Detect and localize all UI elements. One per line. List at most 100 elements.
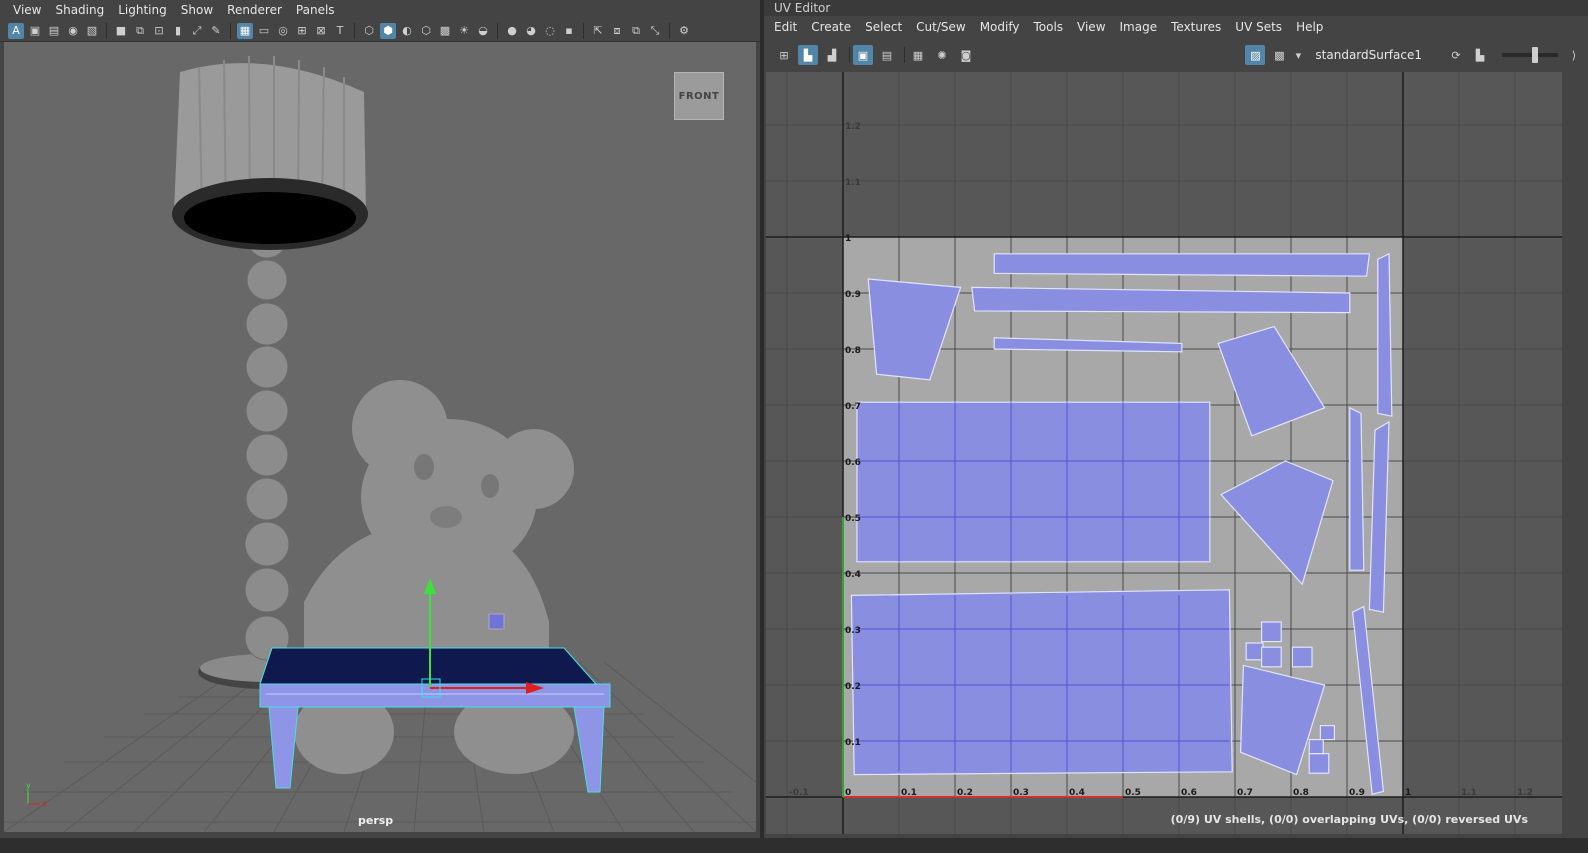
v-tick-label: 0.8	[845, 346, 861, 356]
v-tick-label: 0.2	[845, 682, 861, 692]
uv-editor-toolbar: ⊞ ▙ ▟ ▣ ▤ ▦ ✺ ◙ ▨ ▩ ▾ standardSurface1 ⟳…	[764, 42, 1588, 68]
field-chart-icon[interactable]: ▮	[170, 23, 186, 39]
toolbar-divider	[583, 22, 584, 39]
uv-menu-create[interactable]: Create	[804, 17, 858, 37]
image-plane-icon[interactable]: ◉	[65, 23, 81, 39]
v-tick-label: 0.7	[845, 402, 861, 412]
image-dim-slider[interactable]	[1502, 47, 1558, 63]
uv-menu-modify[interactable]: Modify	[973, 17, 1027, 37]
textured-cube-icon[interactable]: ⬡	[418, 23, 434, 39]
image-display-icon[interactable]: ▨	[1245, 45, 1266, 65]
select-camera-icon[interactable]: A	[8, 22, 24, 39]
shaded-uv-icon[interactable]: ▣	[853, 45, 873, 65]
motion-blur-icon[interactable]: ◕	[523, 23, 539, 39]
viewport-3d-scene[interactable]: y x FRONT persp	[4, 42, 756, 832]
collapse-icon[interactable]: ⟩	[1564, 45, 1584, 65]
isolate-select-icon[interactable]: ⇱	[590, 23, 606, 39]
viewport-menubar: View Shading Lighting Show Renderer Pane…	[0, 0, 760, 20]
v-tick-label: 0.6	[845, 458, 861, 468]
toolbar-divider	[904, 47, 905, 63]
checker-icon[interactable]: ▩	[437, 23, 453, 39]
resolution-gate-icon[interactable]: ⧉	[132, 23, 148, 39]
uv-toolkit-icon[interactable]: ⊞	[774, 45, 794, 65]
display-image-icon[interactable]: ▙	[798, 45, 818, 65]
u-tick-label: 1.2	[1517, 788, 1533, 798]
refresh-texture-icon[interactable]: ⟳	[1446, 45, 1466, 65]
distortion-icon[interactable]: ▤	[877, 45, 897, 65]
lamp-pole	[244, 217, 290, 661]
lights-icon[interactable]: ◎	[275, 23, 291, 39]
toolbar-divider	[354, 22, 355, 39]
uv-menu-cut-sew[interactable]: Cut/Sew	[909, 17, 973, 37]
uv-menu-image[interactable]: Image	[1113, 17, 1165, 37]
filter-image-icon[interactable]: ▟	[822, 45, 842, 65]
uv-menu-view[interactable]: View	[1070, 17, 1112, 37]
image-icon[interactable]: ▙	[1470, 45, 1490, 65]
grid-icon[interactable]: ▧	[84, 23, 100, 39]
sphere-icon[interactable]: ●	[504, 23, 520, 39]
menu-show[interactable]: Show	[174, 0, 220, 20]
menu-lighting[interactable]: Lighting	[111, 0, 174, 20]
xray-joint-icon[interactable]: ⧉	[628, 23, 644, 39]
shaded-cube-icon[interactable]: ⬢	[380, 22, 396, 39]
wireframe-icon[interactable]: ⤢	[189, 23, 205, 39]
flat-shade-icon[interactable]: ▦	[237, 22, 253, 39]
shadow-icon[interactable]: ◒	[475, 23, 491, 39]
u-tick-label: 1.1	[1461, 788, 1477, 798]
half-sphere-icon[interactable]: ◐	[399, 23, 415, 39]
shader-selector[interactable]: standardSurface1	[1315, 48, 1422, 62]
scene-drawing: y x	[4, 55, 756, 832]
uv-shell	[856, 401, 1211, 563]
uv-menu-select[interactable]: Select	[858, 17, 909, 37]
u-tick-label: 0.4	[1069, 788, 1085, 798]
u-tick-label: 0.1	[901, 788, 917, 798]
uv-shell	[1377, 252, 1393, 417]
pixel-snap-icon[interactable]: ✺	[932, 45, 952, 65]
toolbar-divider	[230, 22, 231, 39]
menu-shading[interactable]: Shading	[48, 0, 111, 20]
uv-menu-edit[interactable]: Edit	[767, 17, 804, 37]
xray-icon[interactable]: T	[332, 23, 348, 39]
svg-text:x: x	[42, 799, 47, 808]
safe-action-icon[interactable]: ⊡	[151, 23, 167, 39]
viewport-toolbar: A ▣ ▤ ◉ ▧ ■ ⧉ ⊡ ▮ ⤢ ✎ ▦ ▭ ◎ ⊞ ⊠ T ⬡ ⬢ ◐ …	[0, 20, 760, 42]
renderer-settings-icon[interactable]: ⚙	[676, 23, 692, 39]
teddy-bear	[294, 380, 574, 774]
film-gate-icon[interactable]: ■	[113, 23, 129, 39]
grid-toggle-icon[interactable]: ▦	[908, 45, 928, 65]
view-cube[interactable]: FRONT	[674, 72, 724, 120]
slider-thumb[interactable]	[1532, 47, 1538, 63]
wire-cube-icon[interactable]: ⬡	[361, 23, 377, 39]
toolbar-divider	[849, 47, 850, 63]
uv-menu-textures[interactable]: Textures	[1164, 17, 1228, 37]
uv-shell	[850, 589, 1233, 776]
bookmark-icon[interactable]: ▤	[46, 23, 62, 39]
uv-menu-help[interactable]: Help	[1289, 17, 1330, 37]
uv-menu-uv-sets[interactable]: UV Sets	[1228, 17, 1289, 37]
menu-view[interactable]: View	[6, 0, 48, 20]
light-bulb-icon[interactable]: ☀	[456, 23, 472, 39]
u-tick-label: 0.5	[1125, 788, 1141, 798]
uv-menu-tools[interactable]: Tools	[1026, 17, 1070, 37]
textured-icon[interactable]: ▭	[256, 23, 272, 39]
camera-attributes-icon[interactable]: ▣	[27, 23, 43, 39]
uv-shell-small	[1319, 724, 1336, 741]
lamp-shade	[172, 55, 368, 250]
menu-renderer[interactable]: Renderer	[220, 0, 289, 20]
checker-map-icon[interactable]: ▩	[1269, 45, 1289, 65]
xray-active-icon[interactable]: ⧈	[609, 23, 625, 39]
uv-texture-canvas[interactable]: -0.1 0 0.1 0.2 0.3 0.4 0.5 0.6 0.7 0.8 0.9 1 1.1 1.2 1…	[766, 72, 1562, 834]
chevron-down-icon[interactable]: ▾	[1293, 45, 1303, 65]
snapshot-icon[interactable]: ◙	[956, 45, 976, 65]
shadows-icon[interactable]: ⊞	[294, 23, 310, 39]
anti-alias-icon[interactable]: ▪	[561, 23, 577, 39]
gate-mask-icon[interactable]: ⤡	[647, 23, 663, 39]
ambient-occlusion-icon[interactable]: ◌	[542, 23, 558, 39]
uv-editor-titlebar: UV Editor	[764, 0, 1588, 16]
menu-panels[interactable]: Panels	[289, 0, 342, 20]
camera-name-label: persp	[358, 814, 394, 827]
smooth-shade-icon[interactable]: ✎	[208, 23, 224, 39]
isolate-icon[interactable]: ⊠	[313, 23, 329, 39]
u-tick-label: 0.3	[1013, 788, 1029, 798]
v-tick-label: 0.3	[845, 626, 861, 636]
